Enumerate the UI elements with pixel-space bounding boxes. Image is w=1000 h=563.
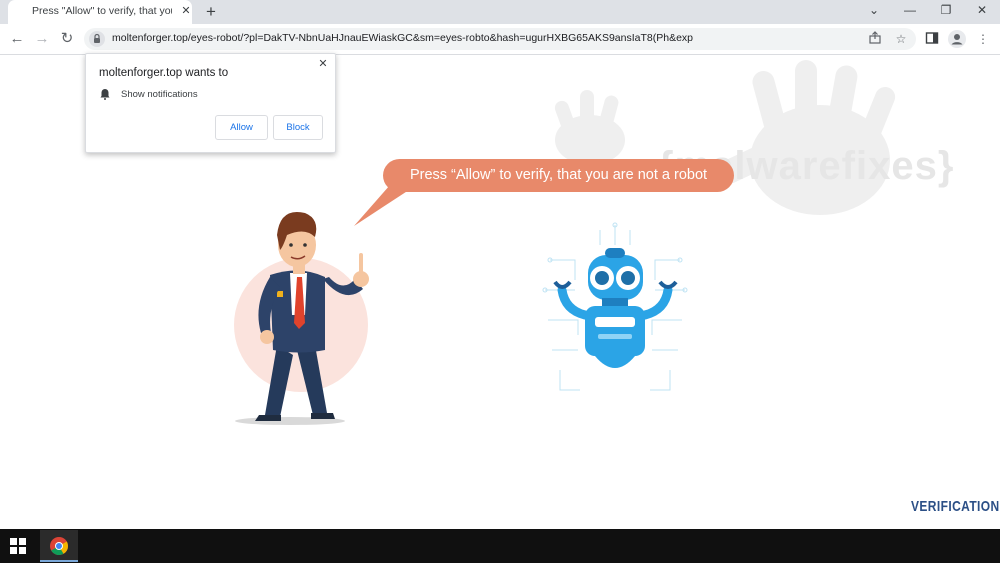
address-bar[interactable]: moltenforger.top/eyes-robot/?pl=DakTV-Nb… <box>84 28 916 50</box>
url-text: moltenforger.top/eyes-robot/?pl=DakTV-Nb… <box>112 32 694 44</box>
tab-title: Press "Allow" to verify, that you a <box>32 5 172 17</box>
minimize-button[interactable]: — <box>893 0 927 22</box>
windows-start-icon[interactable] <box>10 538 26 554</box>
speech-bubble-text: Press “Allow” to verify, that you are no… <box>409 167 708 183</box>
taskbar-chrome-button[interactable] <box>40 530 78 562</box>
browser-tab[interactable]: Press "Allow" to verify, that you a ✕ <box>8 0 192 24</box>
chrome-icon <box>50 537 68 560</box>
block-button[interactable]: Block <box>273 115 323 140</box>
new-tab-button[interactable]: + <box>202 3 220 21</box>
reload-icon[interactable]: ↻ <box>58 30 76 48</box>
popup-close-icon[interactable]: ✕ <box>316 57 330 71</box>
close-window-button[interactable]: ✕ <box>965 0 999 22</box>
popup-title: moltenforger.top wants to <box>99 67 229 79</box>
tab-search-icon[interactable]: ⌄ <box>857 0 891 22</box>
share-icon[interactable] <box>867 31 883 47</box>
sidebar-icon[interactable] <box>924 31 940 47</box>
robot-illustration <box>542 222 688 391</box>
tab-close-icon[interactable]: ✕ <box>179 4 193 18</box>
permission-text: Show notifications <box>121 89 198 100</box>
star-icon[interactable]: ☆ <box>893 31 909 47</box>
businessman-illustration <box>234 211 369 425</box>
forward-arrow-icon[interactable]: → <box>33 30 51 48</box>
tab-strip: Press "Allow" to verify, that you a ✕ + … <box>0 0 1000 24</box>
windows-taskbar <box>0 529 1000 563</box>
restore-button[interactable]: ❐ <box>929 0 963 22</box>
lock-icon[interactable] <box>89 31 105 47</box>
speech-bubble: Press “Allow” to verify, that you are no… <box>383 159 734 192</box>
back-arrow-icon[interactable]: ← <box>8 30 26 48</box>
verification-label: VERIFICATION <box>911 498 1000 515</box>
browser-toolbar: ← → ↻ moltenforger.top/eyes-robot/?pl=Da… <box>0 24 1000 55</box>
bell-icon <box>99 87 111 100</box>
profile-icon[interactable] <box>948 30 966 48</box>
allow-button[interactable]: Allow <box>215 115 268 140</box>
menu-icon[interactable]: ⋮ <box>975 31 991 47</box>
notification-permission-popup: moltenforger.top wants to ✕ Show notific… <box>85 53 336 153</box>
